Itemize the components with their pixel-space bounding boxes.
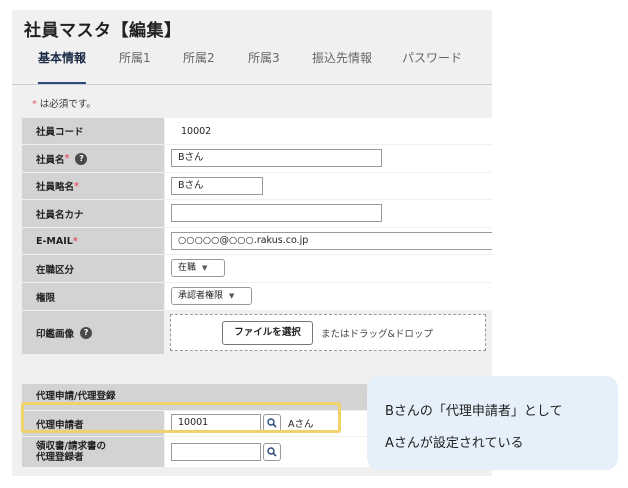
employment-status-select[interactable]: 在職 ▼ — [171, 259, 225, 277]
row-employee-code: 社員コード 10002 — [22, 118, 492, 144]
tab-affiliation-1[interactable]: 所属1 — [119, 44, 151, 84]
row-authority: 権限 承認者権限 ▼ — [22, 283, 492, 310]
callout-line-2: Aさんが設定されている — [385, 436, 524, 451]
required-note-text: は必須です。 — [36, 99, 96, 110]
tab-basic-info[interactable]: 基本情報 — [38, 44, 87, 84]
employee-short-name-input[interactable]: Bさん — [171, 177, 263, 195]
row-employee-name: 社員名 * ? Bさん — [22, 145, 492, 172]
employee-kana-label: 社員名カナ — [22, 200, 164, 227]
employee-name-input[interactable]: Bさん — [171, 149, 382, 167]
receipt-proxy-search-button[interactable] — [263, 443, 281, 461]
authority-select[interactable]: 承認者権限 ▼ — [171, 287, 252, 305]
email-input[interactable]: ○○○○○@○○○.rakus.co.jp — [171, 232, 492, 250]
email-label: E-MAIL * — [22, 228, 164, 254]
tab-affiliation-3[interactable]: 所属3 — [248, 44, 280, 84]
annotation-callout: Bさんの「代理申請者」として Aさんが設定されている — [367, 376, 618, 470]
row-email: E-MAIL * ○○○○○@○○○.rakus.co.jp — [22, 228, 492, 254]
proxy-applicant-highlight — [21, 402, 341, 433]
tab-bar: 基本情報 所属1 所属2 所属3 振込先情報 パスワード — [12, 44, 492, 85]
choose-file-button[interactable]: ファイルを選択 — [222, 321, 313, 345]
callout-line-1: Bさんの「代理申請者」として — [385, 404, 563, 419]
help-icon[interactable]: ? — [80, 326, 93, 339]
tab-password[interactable]: パスワード — [402, 44, 462, 84]
chevron-down-icon: ▼ — [229, 292, 235, 300]
help-icon[interactable]: ? — [75, 152, 88, 165]
employment-status-label: 在職区分 — [22, 255, 164, 282]
employee-code-value: 10002 — [181, 125, 212, 137]
employee-short-name-label: 社員略名 * — [22, 173, 164, 199]
employee-kana-input[interactable] — [171, 204, 382, 222]
page-title: 社員マスタ【編集】 — [24, 21, 182, 41]
tab-bank-info[interactable]: 振込先情報 — [312, 44, 372, 84]
search-icon — [267, 447, 277, 457]
employee-code-label: 社員コード — [22, 118, 164, 144]
row-employee-kana: 社員名カナ — [22, 200, 492, 227]
receipt-proxy-label: 領収書/請求書の 代理登録者 — [22, 437, 164, 467]
drag-drop-text: またはドラッグ&ドロップ — [321, 329, 433, 340]
chevron-down-icon: ▼ — [202, 264, 208, 272]
row-employee-short-name: 社員略名 * Bさん — [22, 173, 492, 199]
seal-image-dropzone[interactable]: ファイルを選択 またはドラッグ&ドロップ — [170, 314, 486, 351]
row-seal-image: 印鑑画像 ? ファイルを選択 またはドラッグ&ドロップ — [22, 311, 492, 354]
authority-label: 権限 — [22, 283, 164, 310]
employee-name-label: 社員名 * ? — [22, 145, 164, 172]
row-employment-status: 在職区分 在職 ▼ — [22, 255, 492, 282]
tab-affiliation-2[interactable]: 所属2 — [183, 44, 215, 84]
seal-image-label: 印鑑画像 ? — [22, 311, 164, 354]
required-note: * は必須です。 — [32, 96, 96, 110]
receipt-proxy-input[interactable] — [171, 443, 261, 461]
